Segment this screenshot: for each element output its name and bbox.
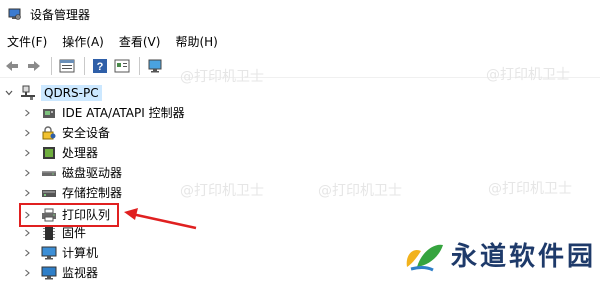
tree-item-storage-controller[interactable]: 存储控制器 bbox=[22, 183, 122, 203]
properties-icon[interactable] bbox=[57, 56, 77, 76]
firmware-chip-icon bbox=[41, 225, 57, 241]
help-icon[interactable]: ? bbox=[90, 56, 110, 76]
tree-item-disk-drive[interactable]: 磁盘驱动器 bbox=[22, 163, 122, 183]
brand-logo: 永道软件园 bbox=[403, 236, 596, 273]
view-icon[interactable] bbox=[112, 56, 132, 76]
tree-item-monitor[interactable]: 监视器 bbox=[22, 263, 98, 281]
title-bar: 设备管理器 bbox=[0, 0, 600, 28]
chevron-right-icon[interactable] bbox=[22, 268, 32, 278]
computer-network-icon bbox=[20, 85, 36, 101]
tree-item-ide-controller[interactable]: IDE ATA/ATAPI 控制器 bbox=[22, 103, 185, 123]
highlight-box bbox=[19, 203, 119, 227]
leaf-logo-icon bbox=[403, 237, 445, 273]
annotation-arrow bbox=[124, 208, 197, 230]
device-manager-icon bbox=[8, 7, 22, 21]
menu-bar: 文件(F) 操作(A) 查看(V) 帮助(H) bbox=[0, 31, 233, 51]
chevron-right-icon[interactable] bbox=[22, 228, 32, 238]
chevron-right-icon[interactable] bbox=[22, 248, 32, 258]
tree-item-label: 安全设备 bbox=[62, 126, 111, 140]
tree-item-label: IDE ATA/ATAPI 控制器 bbox=[62, 106, 185, 120]
toolbar-separator bbox=[51, 56, 52, 75]
storage-controller-icon bbox=[41, 185, 57, 201]
chevron-right-icon[interactable] bbox=[22, 148, 32, 158]
processor-icon bbox=[41, 145, 57, 161]
ide-controller-icon bbox=[41, 105, 57, 121]
monitor-scan-icon[interactable] bbox=[145, 56, 165, 76]
tree-item-label: 监视器 bbox=[62, 266, 99, 280]
tree-item-label: 存储控制器 bbox=[62, 186, 123, 200]
svg-text:?: ? bbox=[97, 61, 104, 73]
chevron-down-icon[interactable] bbox=[4, 88, 14, 98]
tree-root[interactable]: QDRS-PC bbox=[4, 83, 102, 103]
toolbar-separator bbox=[139, 56, 140, 75]
chevron-right-icon[interactable] bbox=[22, 188, 32, 198]
security-device-icon bbox=[41, 125, 57, 141]
watermark: @打印机卫士 bbox=[180, 183, 264, 199]
chevron-right-icon[interactable] bbox=[22, 128, 32, 138]
tree-item-label: 计算机 bbox=[62, 246, 99, 260]
toolbar-separator bbox=[84, 56, 85, 75]
back-arrow-icon[interactable] bbox=[2, 56, 22, 76]
chevron-right-icon[interactable] bbox=[22, 168, 32, 178]
menu-view[interactable]: 查看(V) bbox=[119, 33, 161, 50]
watermark: @打印机卫士 bbox=[180, 69, 264, 85]
monitor-icon bbox=[41, 265, 57, 281]
window-title: 设备管理器 bbox=[30, 7, 91, 22]
tree-item-processor[interactable]: 处理器 bbox=[22, 143, 98, 163]
watermark: @打印机卫士 bbox=[318, 183, 402, 199]
menu-help[interactable]: 帮助(H) bbox=[175, 33, 217, 50]
watermark: @打印机卫士 bbox=[486, 67, 570, 83]
watermark: @打印机卫士 bbox=[488, 181, 572, 197]
tree-item-label: 固件 bbox=[62, 226, 87, 240]
tree-item-security-device[interactable]: 安全设备 bbox=[22, 123, 110, 143]
chevron-right-icon[interactable] bbox=[22, 108, 32, 118]
menu-file[interactable]: 文件(F) bbox=[7, 33, 47, 50]
forward-arrow-icon[interactable] bbox=[24, 56, 44, 76]
brand-name: 永道软件园 bbox=[451, 242, 597, 272]
tree-item-label: 处理器 bbox=[62, 146, 99, 160]
computer-icon bbox=[41, 245, 57, 261]
disk-drive-icon bbox=[41, 165, 57, 181]
tree-item-computer[interactable]: 计算机 bbox=[22, 243, 98, 263]
tree-item-label: 磁盘驱动器 bbox=[62, 166, 123, 180]
tree-root-label: QDRS-PC bbox=[41, 85, 102, 101]
menu-action[interactable]: 操作(A) bbox=[62, 33, 104, 50]
